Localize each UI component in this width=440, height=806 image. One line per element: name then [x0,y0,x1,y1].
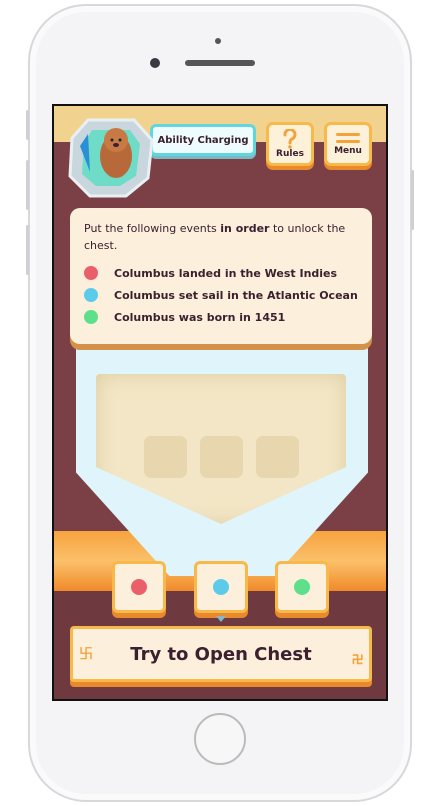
ability-charging-badge: Ability Charging [150,124,256,156]
instruction-card: Put the following events in order to unl… [70,208,372,344]
rules-label: Rules [276,149,304,159]
selection-pointer-icon [216,616,226,622]
red-dot-icon [131,579,147,595]
red-dot-icon [84,266,98,280]
answer-slot-2[interactable] [200,436,243,478]
volume-up-button [26,160,29,210]
menu-icon [336,133,360,143]
instruction-text: Put the following events in order to unl… [84,222,346,252]
scroll-ornament-right-icon: ࿖ [352,652,363,668]
try-open-chest-button[interactable]: ࿕ Try to Open Chest ࿖ [70,626,372,682]
front-camera [150,58,160,68]
answer-slot-3[interactable] [256,436,299,478]
home-button[interactable] [194,713,246,765]
scroll-ornament-left-icon: ࿕ [79,647,94,663]
blue-dot-icon [213,579,229,595]
menu-label: Menu [334,146,362,156]
event-label: Columbus was born in 1451 [114,310,286,324]
earpiece-speaker [185,60,255,66]
volume-down-button [26,225,29,275]
event-item: Columbus was born in 1451 [84,310,358,324]
event-label: Columbus set sail in the Atlantic Ocean [114,288,358,302]
sensor [215,38,221,44]
rules-button[interactable]: Rules [266,122,314,166]
ability-label: Ability Charging [157,134,249,146]
green-dot-icon [294,579,310,595]
event-item: Columbus set sail in the Atlantic Ocean [84,288,358,302]
game-screen: Ability Charging Rules Menu Put the foll… [52,104,388,701]
event-item: Columbus landed in the West Indies [84,266,358,280]
event-tile-red[interactable] [112,561,166,613]
power-button [411,170,414,230]
answer-slot-1[interactable] [144,436,187,478]
try-open-chest-label: Try to Open Chest [130,643,312,665]
event-label: Columbus landed in the West Indies [114,266,338,280]
menu-button[interactable]: Menu [324,122,372,166]
event-tile-green[interactable] [275,561,329,613]
green-dot-icon [84,310,98,324]
question-mark-icon [283,129,297,149]
mute-switch [26,110,29,140]
event-tile-blue[interactable] [194,561,248,613]
blue-dot-icon [84,288,98,302]
otter-avatar-icon [68,118,154,198]
